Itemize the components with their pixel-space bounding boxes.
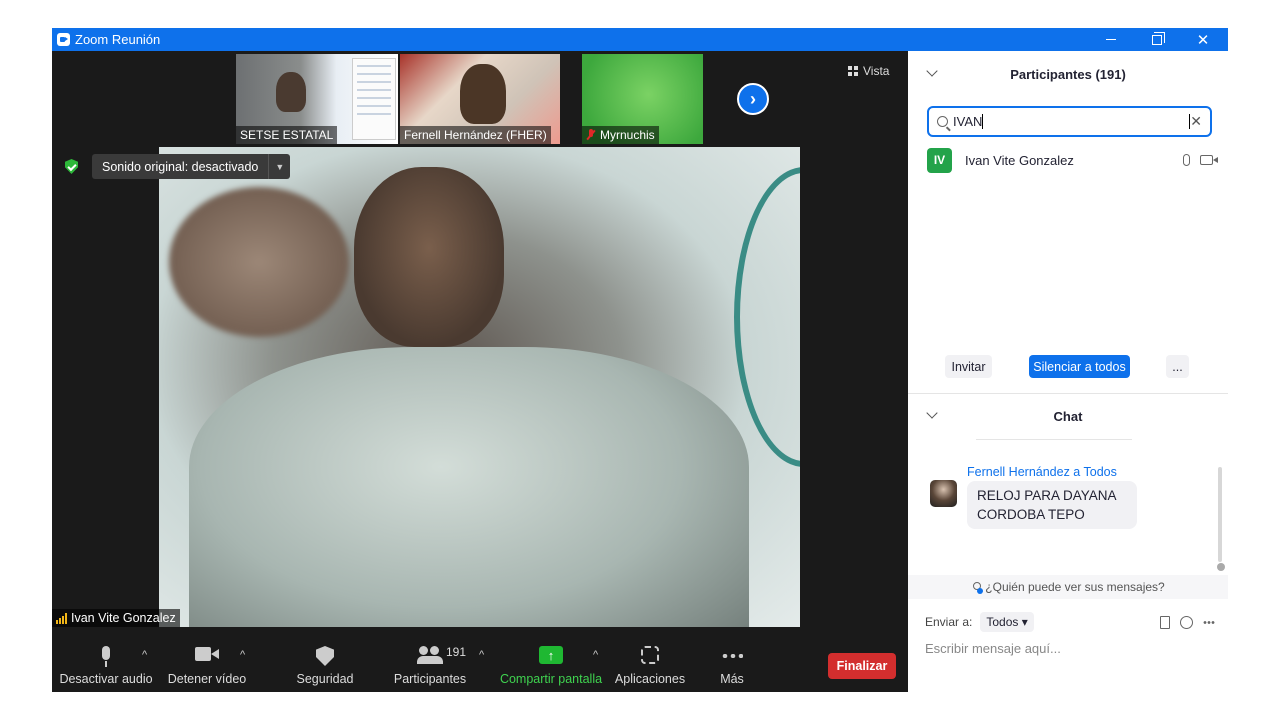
- mic-muted-icon: [586, 129, 596, 141]
- participants-icon: [417, 646, 443, 664]
- emoji-icon[interactable]: [1180, 615, 1193, 629]
- participant-figure: [276, 72, 306, 112]
- chat-message: RELOJ PARA DAYANA CORDOBA TEPO: [967, 481, 1137, 529]
- send-to-dropdown[interactable]: Todos ▾: [980, 612, 1034, 632]
- thumbnail-name: Myrnuchis: [600, 128, 655, 142]
- who-sees-label: ¿Quién puede ver sus mensajes?: [985, 580, 1165, 594]
- chevron-down-icon[interactable]: ▼: [268, 154, 290, 179]
- minimize-icon: [1106, 39, 1116, 40]
- original-sound-label: Sonido original: desactivado: [102, 159, 259, 174]
- title-bar: Zoom Reunión ✕: [52, 28, 1228, 51]
- person-icon: [971, 581, 984, 594]
- zoom-window: Zoom Reunión ✕ SETSE ESTATAL Fernell Her…: [52, 28, 1228, 692]
- mute-label: Desactivar audio: [59, 672, 153, 686]
- divider: [908, 393, 1228, 394]
- thumbnail-video[interactable]: Fernell Hernández (FHER): [400, 54, 560, 144]
- share-arrow-icon: ↑: [539, 646, 563, 664]
- more-dots-icon: [721, 654, 743, 658]
- next-page-button[interactable]: ›: [737, 83, 769, 115]
- shield-icon: [316, 646, 334, 666]
- participants-button[interactable]: Participantes: [394, 635, 466, 692]
- participant-row[interactable]: IV Ivan Vite Gonzalez: [927, 147, 1218, 173]
- audio-options-chevron-icon[interactable]: ^: [142, 649, 147, 661]
- view-button[interactable]: Vista: [848, 64, 889, 78]
- close-button[interactable]: ✕: [1180, 28, 1226, 51]
- original-sound-toggle[interactable]: Sonido original: desactivado ▼: [92, 154, 291, 179]
- grid-view-icon: [848, 66, 858, 76]
- participant-search-input[interactable]: IVAN ✕: [927, 106, 1212, 137]
- participants-title: Participantes (191): [1010, 67, 1126, 82]
- video-options-chevron-icon[interactable]: ^: [240, 649, 245, 661]
- video-area: SETSE ESTATAL Fernell Hernández (FHER) M…: [52, 51, 908, 635]
- thumbnail-name: Fernell Hernández (FHER): [400, 126, 551, 144]
- share-label: Compartir pantalla: [499, 672, 603, 686]
- chat-messages: Fernell Hernández a Todos RELOJ PARA DAY…: [908, 425, 1228, 555]
- more-label: Más: [720, 672, 744, 686]
- side-panel: Participantes (191) IVAN ✕ IV Ivan Vite …: [908, 51, 1228, 692]
- encryption-shield-icon[interactable]: [65, 159, 78, 174]
- restore-icon: [1152, 31, 1165, 45]
- apps-button[interactable]: Aplicaciones: [615, 635, 685, 692]
- security-label: Seguridad: [296, 672, 354, 686]
- signal-strength-icon: [56, 612, 67, 624]
- microphone-icon: [101, 646, 111, 667]
- clear-search-icon[interactable]: ✕: [1190, 113, 1202, 130]
- video-label: Detener vídeo: [167, 672, 247, 686]
- stop-video-button[interactable]: Detener vídeo: [167, 635, 247, 692]
- search-icon: [937, 116, 948, 127]
- video-camera-icon: [1200, 155, 1218, 165]
- active-speaker-label: Ivan Vite Gonzalez: [52, 609, 180, 627]
- zoom-app-icon: [57, 33, 70, 46]
- mute-all-button[interactable]: Silenciar a todos: [1029, 355, 1130, 378]
- participant-avatar: IV: [927, 147, 952, 173]
- apps-icon: [641, 646, 659, 664]
- speaker-name: Ivan Vite Gonzalez: [71, 611, 176, 625]
- participants-label: Participantes: [393, 672, 467, 686]
- mute-button[interactable]: Desactivar audio: [59, 635, 153, 692]
- search-value: IVAN: [953, 114, 984, 129]
- send-to-label: Enviar a:: [925, 615, 973, 629]
- more-options-icon[interactable]: [1203, 620, 1215, 624]
- restore-button[interactable]: [1134, 28, 1180, 51]
- file-icon[interactable]: [1160, 615, 1170, 629]
- apps-label: Aplicaciones: [614, 672, 686, 686]
- participants-count: 191: [446, 645, 467, 659]
- end-meeting-button[interactable]: Finalizar: [828, 653, 896, 679]
- avatar: [930, 480, 957, 507]
- share-options-chevron-icon[interactable]: ^: [593, 649, 598, 661]
- view-label: Vista: [863, 64, 890, 78]
- chat-scrollbar[interactable]: [1218, 467, 1222, 562]
- chat-title: Chat: [1053, 409, 1083, 424]
- camera-icon: [195, 646, 219, 662]
- chat-sender[interactable]: Fernell Hernández a Todos: [967, 465, 1117, 479]
- share-screen-button[interactable]: ↑ Compartir pantalla: [499, 635, 603, 692]
- microphone-icon: [1183, 154, 1190, 166]
- who-can-see-messages-link[interactable]: ¿Quién puede ver sus mensajes?: [908, 575, 1228, 599]
- shared-document: [352, 58, 396, 140]
- security-button[interactable]: Seguridad: [295, 635, 355, 692]
- active-speaker-video: [159, 147, 800, 627]
- invite-button[interactable]: Invitar: [945, 355, 992, 378]
- meeting-toolbar: Desactivar audio ^ Detener vídeo ^ Segur…: [52, 635, 908, 692]
- thumbnail-video[interactable]: SETSE ESTATAL: [236, 54, 398, 144]
- window-title: Zoom Reunión: [75, 32, 161, 47]
- participants-options-chevron-icon[interactable]: ^: [479, 649, 484, 661]
- thumbnail-name: SETSE ESTATAL: [236, 126, 338, 144]
- participant-name: Ivan Vite Gonzalez: [965, 152, 1074, 168]
- thumbnail-video[interactable]: Myrnuchis: [582, 54, 703, 144]
- chat-message-input[interactable]: Escribir mensaje aquí...: [925, 641, 1061, 656]
- send-to-row: Enviar a: Todos ▾: [925, 611, 1215, 633]
- participant-figure: [460, 64, 506, 124]
- participants-more-button[interactable]: ...: [1166, 355, 1189, 378]
- minimize-button[interactable]: [1088, 28, 1134, 51]
- more-button[interactable]: Más: [712, 635, 752, 692]
